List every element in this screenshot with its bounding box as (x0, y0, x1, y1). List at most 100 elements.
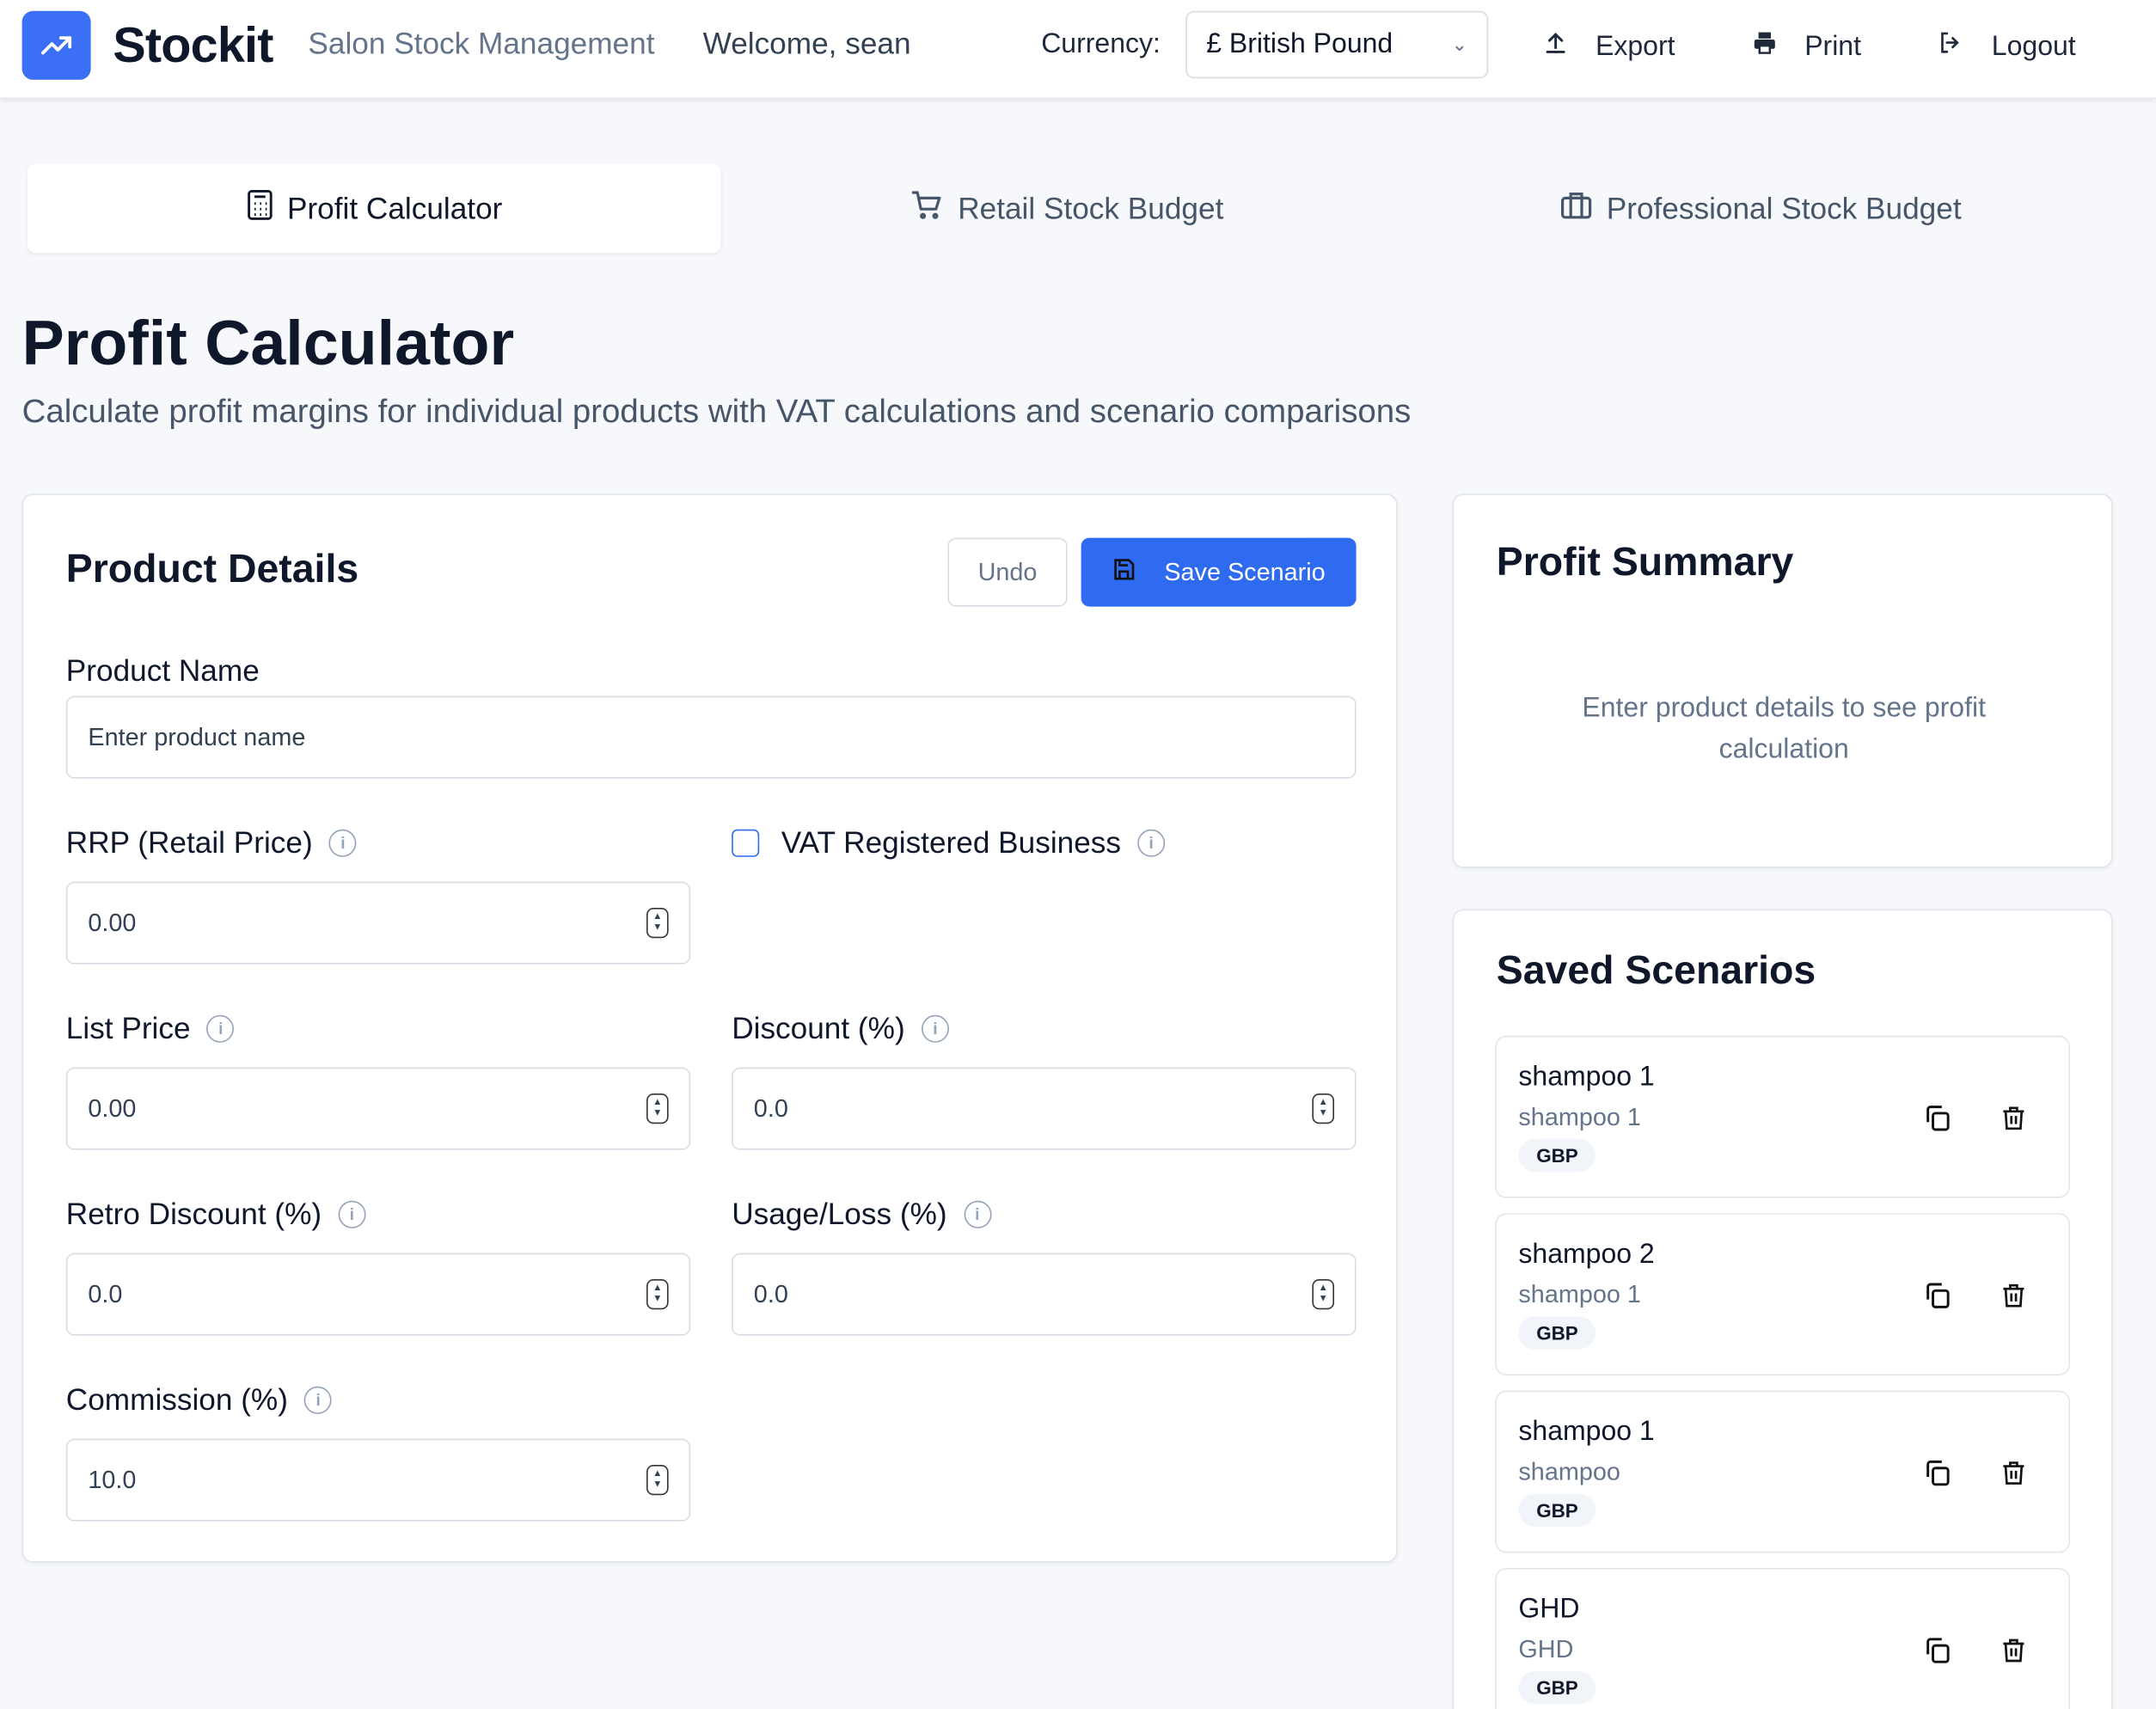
scenario-product: shampoo (1518, 1458, 1620, 1485)
currency-badge: GBP (1518, 1671, 1596, 1705)
page-title: Profit Calculator (21, 306, 515, 378)
scenario-item[interactable]: GHD GHD GBP (1495, 1568, 2070, 1709)
label-text: RRP (Retail Price) (65, 825, 313, 860)
value: 0.0 (753, 1093, 788, 1122)
info-icon[interactable]: i (1137, 829, 1166, 857)
save-scenario-button[interactable]: Save Scenario (1081, 537, 1357, 607)
copy-icon[interactable] (1923, 1103, 1953, 1140)
currency-badge: GBP (1518, 1493, 1596, 1527)
value: 10.0 (88, 1465, 137, 1493)
tab-label: Profit Calculator (286, 190, 503, 225)
print-button[interactable]: Print (1752, 22, 1861, 72)
trash-icon[interactable] (2000, 1103, 2027, 1140)
logo-icon (21, 10, 91, 80)
tab-label: Professional Stock Budget (1606, 190, 1962, 225)
label-text: List Price (65, 1011, 191, 1045)
brand-name: Stockit (113, 16, 273, 73)
briefcase-icon (1559, 187, 1592, 229)
discount-label: Discount (%) i (732, 1011, 949, 1047)
label-text: Retro Discount (%) (65, 1197, 322, 1231)
page-subtitle: Calculate profit margins for individual … (21, 393, 1412, 431)
scenario-name: shampoo 2 (1518, 1239, 1655, 1270)
saved-scenarios-title: Saved Scenarios (1496, 949, 1816, 994)
calculator-icon (246, 189, 273, 228)
value: 0.0 (753, 1279, 788, 1308)
saved-scenarios-card: Saved Scenarios shampoo 1 shampoo 1 GBP … (1452, 909, 2113, 1709)
save-icon (1112, 556, 1137, 588)
label-text: Commission (%) (65, 1382, 288, 1417)
scenario-item[interactable]: shampoo 1 shampoo GBP (1495, 1390, 2070, 1553)
usage-loss-label: Usage/Loss (%) i (732, 1197, 991, 1233)
upload-icon (1543, 30, 1568, 63)
label-text: VAT Registered Business (781, 825, 1122, 860)
rrp-input[interactable]: 0.00 ▲ ▼ (65, 881, 691, 965)
currency-badge: GBP (1518, 1138, 1596, 1173)
discount-input[interactable]: 0.0 ▲ ▼ (732, 1067, 1357, 1150)
product-name-input[interactable]: Enter product name (65, 695, 1357, 779)
profit-summary-title: Profit Summary (1496, 540, 1794, 585)
retro-discount-input[interactable]: 0.0 ▲ ▼ (65, 1253, 691, 1336)
usage-loss-input[interactable]: 0.0 ▲ ▼ (732, 1253, 1357, 1336)
tagline: Salon Stock Management (308, 26, 655, 61)
value: 0.00 (88, 1093, 137, 1122)
info-icon[interactable]: i (338, 1200, 366, 1228)
copy-icon[interactable] (1923, 1281, 1953, 1318)
currency-select[interactable]: £ British Pound ⌄ (1185, 10, 1489, 79)
tab-profit-calculator[interactable]: Profit Calculator (28, 163, 721, 254)
chevron-down-icon: ⌄ (1451, 33, 1468, 55)
retro-discount-label: Retro Discount (%) i (66, 1197, 366, 1233)
product-details-card: Product Details Undo Save Scenario Produ… (21, 493, 1398, 1563)
stepper-icon[interactable]: ▲ ▼ (1312, 1279, 1334, 1310)
tab-bar: Profit Calculator Retail Stock Budget Pr… (28, 163, 2107, 254)
currency-label: Currency: (1041, 28, 1161, 59)
commission-input[interactable]: 10.0 ▲ ▼ (65, 1438, 691, 1522)
value: 0.00 (88, 908, 137, 936)
commission-label: Commission (%) i (65, 1382, 333, 1418)
summary-empty-message: Enter product details to see profit calc… (1582, 693, 1986, 765)
trash-icon[interactable] (2000, 1281, 2027, 1318)
trash-icon[interactable] (2000, 1458, 2027, 1495)
value: 0.0 (88, 1279, 123, 1308)
tab-professional-stock-budget[interactable]: Professional Stock Budget (1414, 163, 2107, 253)
tab-retail-stock-budget[interactable]: Retail Stock Budget (720, 163, 1413, 253)
trash-icon[interactable] (2000, 1635, 2027, 1672)
scenario-item[interactable]: shampoo 1 shampoo 1 GBP (1495, 1035, 2070, 1198)
logout-icon (1937, 29, 1964, 65)
info-icon[interactable]: i (963, 1200, 991, 1228)
vat-registered-row: VAT Registered Business i (732, 825, 1166, 861)
label-text: Usage/Loss (%) (732, 1197, 947, 1231)
copy-icon[interactable] (1923, 1458, 1953, 1495)
list-price-input[interactable]: 0.00 ▲ ▼ (65, 1067, 691, 1150)
logout-button[interactable]: Logout (1937, 22, 2076, 72)
stepper-icon[interactable]: ▲ ▼ (1312, 1093, 1334, 1124)
copy-icon[interactable] (1923, 1635, 1953, 1672)
scenario-name: shampoo 1 (1518, 1062, 1655, 1093)
list-price-label: List Price i (66, 1011, 235, 1047)
scenario-product: GHD (1518, 1635, 1574, 1663)
scenario-product: shampoo 1 (1518, 1280, 1641, 1308)
undo-button[interactable]: Undo (947, 537, 1068, 607)
stepper-icon[interactable]: ▲ ▼ (646, 1279, 669, 1310)
info-icon[interactable]: i (328, 829, 357, 857)
scenario-name: GHD (1518, 1594, 1580, 1625)
scenario-item[interactable]: shampoo 2 shampoo 1 GBP (1495, 1213, 2070, 1375)
stepper-icon[interactable]: ▲ ▼ (646, 908, 669, 939)
vat-checkbox[interactable] (732, 829, 760, 857)
welcome-text: Welcome, sean (702, 26, 911, 61)
logout-label: Logout (1991, 31, 2076, 62)
export-label: Export (1596, 31, 1675, 62)
info-icon[interactable]: i (304, 1386, 333, 1414)
info-icon[interactable]: i (206, 1014, 235, 1043)
stepper-icon[interactable]: ▲ ▼ (646, 1465, 669, 1496)
product-name-label: Product Name (65, 653, 260, 688)
profit-summary-card: Profit Summary Enter product details to … (1452, 493, 2113, 868)
save-label: Save Scenario (1164, 557, 1326, 585)
info-icon[interactable]: i (921, 1014, 949, 1043)
cart-icon (911, 187, 944, 229)
export-button[interactable]: Export (1543, 22, 1675, 72)
stepper-icon[interactable]: ▲ ▼ (646, 1093, 669, 1124)
label-text: Discount (%) (732, 1011, 905, 1045)
currency-value: £ British Pound (1206, 28, 1393, 59)
printer-icon (1752, 30, 1777, 63)
currency-badge: GBP (1518, 1316, 1596, 1350)
